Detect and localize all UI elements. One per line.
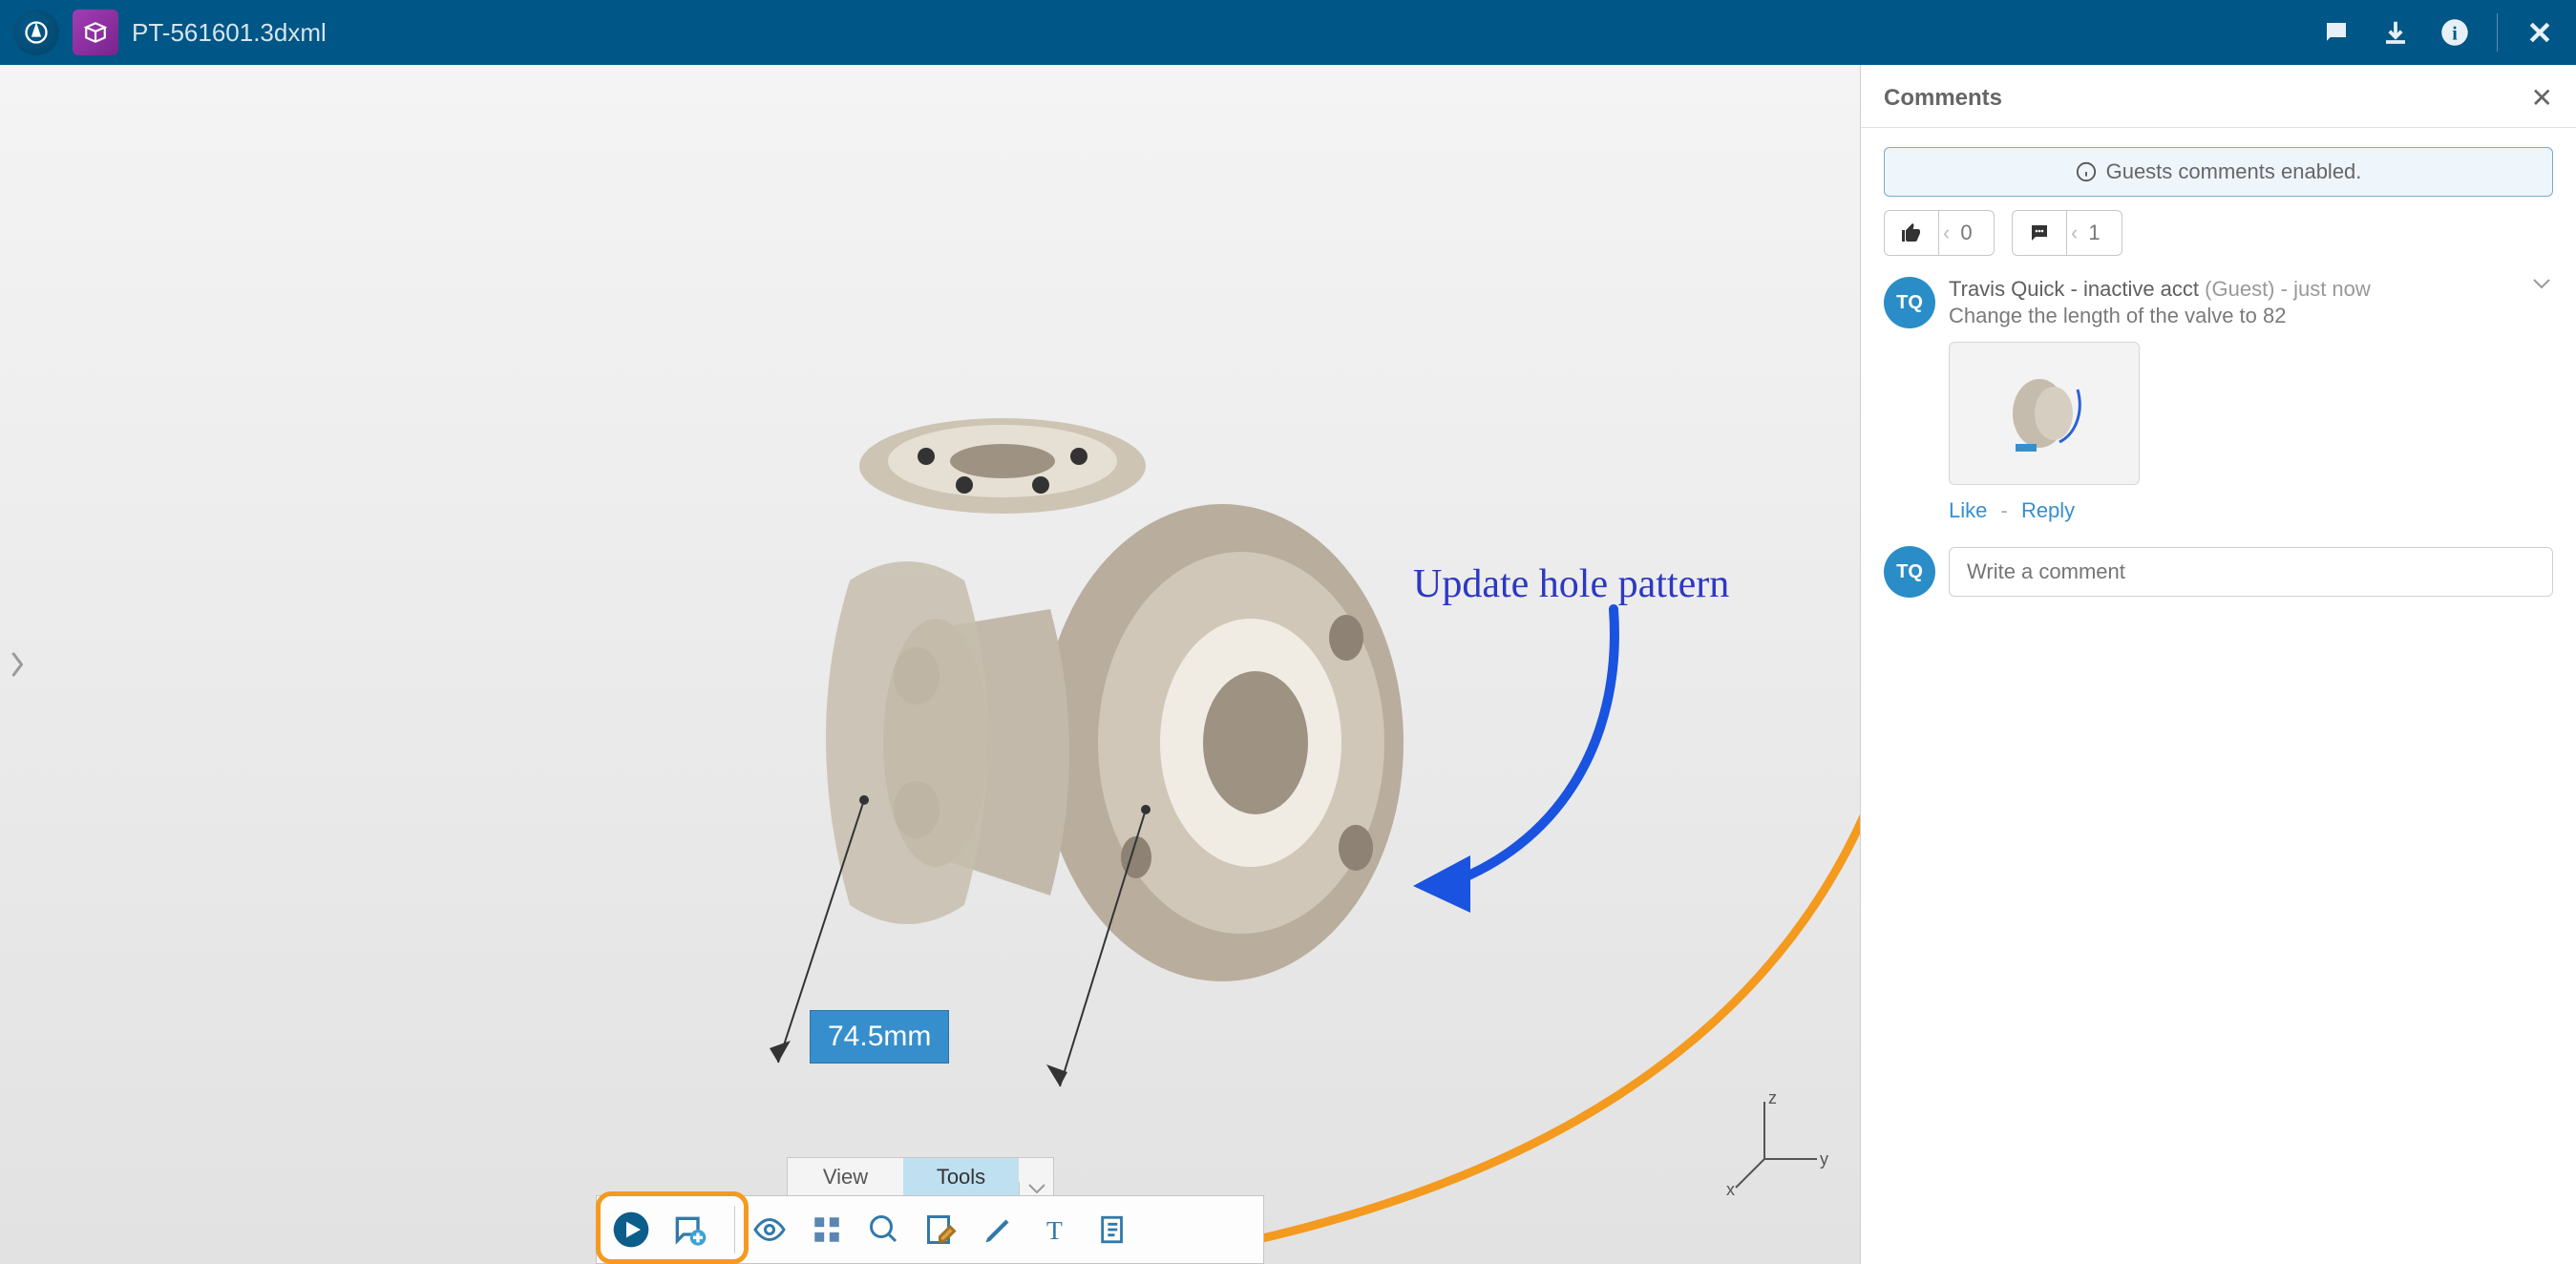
visibility-tool-icon[interactable] bbox=[743, 1203, 796, 1256]
svg-text:i: i bbox=[2452, 24, 2458, 45]
comments-title: Comments bbox=[1884, 85, 2002, 112]
like-link[interactable]: Like bbox=[1949, 498, 1987, 522]
like-count-icon[interactable] bbox=[1884, 210, 1939, 256]
svg-text:z: z bbox=[1768, 1092, 1777, 1107]
comment-count-icon[interactable] bbox=[2012, 210, 2067, 256]
play-tool-icon[interactable] bbox=[604, 1203, 658, 1256]
comment-guest-label: (Guest) bbox=[2205, 277, 2274, 301]
comment-timestamp: - just now bbox=[2281, 277, 2371, 301]
pencil-tool-icon[interactable] bbox=[972, 1203, 1025, 1256]
comment-author: Travis Quick - inactive acct bbox=[1949, 277, 2199, 301]
app-compass-icon[interactable] bbox=[13, 10, 59, 55]
download-icon[interactable] bbox=[2373, 10, 2418, 55]
axes-triad-icon: z x y bbox=[1726, 1092, 1831, 1197]
comment-header: Travis Quick - inactive acct (Guest) - j… bbox=[1949, 277, 2371, 302]
info-icon[interactable]: i bbox=[2432, 10, 2478, 55]
main-area: Update hole pattern 74.5mm z x y View To… bbox=[0, 65, 2576, 1264]
search-tool-icon[interactable] bbox=[857, 1203, 911, 1256]
svg-text:T: T bbox=[1046, 1215, 1063, 1244]
svg-text:y: y bbox=[1820, 1149, 1828, 1169]
text-tool-icon[interactable]: T bbox=[1029, 1203, 1083, 1256]
comment-count: 1 bbox=[2067, 210, 2122, 256]
comments-panel: Comments ✕ Guests comments enabled. 0 1 bbox=[1860, 65, 2576, 1264]
comment-input-row: TQ bbox=[1861, 533, 2576, 611]
part-model bbox=[687, 390, 1470, 1115]
document-type-icon[interactable] bbox=[73, 10, 118, 55]
reply-link[interactable]: Reply bbox=[2021, 498, 2075, 522]
comment-input[interactable] bbox=[1949, 547, 2553, 597]
close-icon[interactable] bbox=[2517, 10, 2563, 55]
bottom-toolbar: View Tools bbox=[596, 1157, 1264, 1264]
comment-thumbnail[interactable] bbox=[1949, 342, 2140, 485]
align-tool-icon[interactable] bbox=[800, 1203, 854, 1256]
add-comment-icon[interactable] bbox=[662, 1203, 715, 1256]
comment-item: TQ Travis Quick - inactive acct (Guest) … bbox=[1861, 267, 2576, 533]
note-tool-icon[interactable] bbox=[1087, 1203, 1140, 1256]
svg-text:x: x bbox=[1726, 1180, 1735, 1197]
dimension-badge[interactable]: 74.5mm bbox=[810, 1010, 949, 1064]
tab-tools[interactable]: Tools bbox=[903, 1158, 1019, 1195]
annotation-arrow-icon bbox=[1404, 600, 1652, 915]
close-comments-icon[interactable]: ✕ bbox=[2531, 82, 2553, 114]
comment-more-icon[interactable] bbox=[2530, 277, 2553, 295]
titlebar: PT-561601.3dxml i bbox=[0, 0, 2576, 65]
viewport-3d[interactable]: Update hole pattern 74.5mm z x y View To… bbox=[0, 65, 1860, 1264]
avatar[interactable]: TQ bbox=[1884, 277, 1935, 328]
count-row: 0 1 bbox=[1861, 210, 2576, 267]
tab-view[interactable]: View bbox=[788, 1158, 903, 1195]
tab-collapse-icon[interactable] bbox=[1019, 1182, 1053, 1195]
info-banner-text: Guests comments enabled. bbox=[2106, 159, 2362, 184]
titlebar-divider bbox=[2497, 13, 2498, 52]
comments-toggle-icon[interactable] bbox=[2313, 10, 2359, 55]
file-name: PT-561601.3dxml bbox=[132, 18, 327, 48]
info-icon bbox=[2076, 161, 2097, 182]
edit-sketch-tool-icon[interactable] bbox=[915, 1203, 968, 1256]
comment-text: Change the length of the valve to 82 bbox=[1949, 304, 2553, 328]
input-avatar: TQ bbox=[1884, 546, 1935, 598]
like-count: 0 bbox=[1939, 210, 1995, 256]
toolbar-tabs: View Tools bbox=[787, 1157, 1054, 1195]
expand-tree-handle[interactable] bbox=[4, 638, 31, 691]
comment-actions: Like - Reply bbox=[1949, 498, 2553, 523]
toolbar-buttons: T bbox=[596, 1195, 1264, 1264]
info-banner: Guests comments enabled. bbox=[1884, 147, 2553, 197]
